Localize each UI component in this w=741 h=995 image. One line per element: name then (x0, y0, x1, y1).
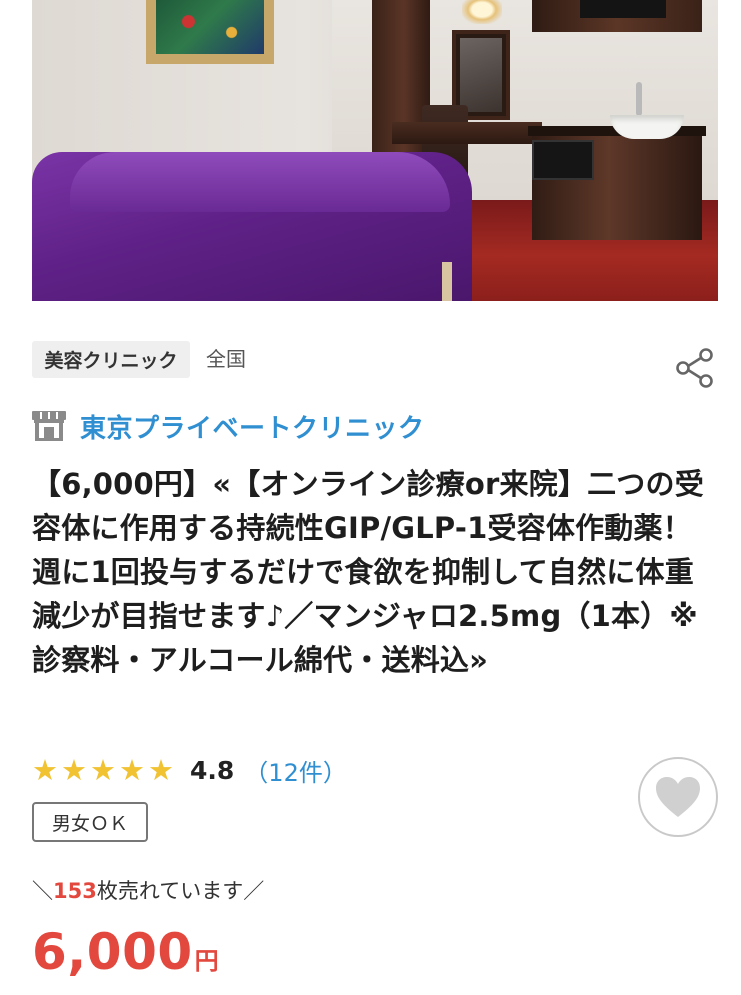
clinic-link[interactable]: 東京プライベートクリニック (32, 408, 425, 444)
photo-bed-leg (442, 262, 452, 301)
heart-icon (656, 777, 700, 817)
rating[interactable]: ★ ★ ★ ★ ★ 4.8 （12件） (32, 750, 347, 790)
star-icon: ★ (119, 752, 145, 787)
star-rating: ★ ★ ★ ★ ★ (32, 752, 174, 787)
region-label: 全国 (206, 347, 246, 371)
photo-tv (580, 0, 666, 18)
sold-prefix: ＼ (32, 879, 53, 903)
photo-painting (156, 0, 264, 54)
review-count-link[interactable]: （12件） (244, 753, 347, 788)
category-tag[interactable]: 美容クリニック (32, 341, 190, 378)
star-icon: ★ (148, 752, 174, 787)
product-title: 【6,000円】«【オンライン診療or来院】二つの受容体に作用する持続性GIP/… (32, 467, 704, 677)
star-icon: ★ (32, 752, 58, 787)
sold-number: 153 (53, 879, 97, 903)
sold-suffix: 枚売れています／ (96, 879, 265, 903)
photo-appliance (532, 140, 594, 180)
gender-ok-tag: 男女ＯＫ (32, 802, 148, 842)
sold-count: ＼153枚売れています／ (32, 873, 264, 909)
price-value: 6,000 (32, 923, 193, 981)
photo-desk (392, 122, 542, 144)
clinic-name[interactable]: 東京プライベートクリニック (80, 408, 425, 445)
star-icon: ★ (90, 752, 116, 787)
price-unit: 円 (194, 947, 219, 975)
star-icon: ★ (61, 752, 87, 787)
price: 6,000 円 (32, 923, 219, 985)
rating-score: 4.8 (190, 755, 235, 785)
favorite-button[interactable] (638, 757, 718, 837)
photo-faucet (636, 82, 642, 116)
shop-icon (32, 411, 66, 441)
share-icon[interactable] (673, 346, 717, 390)
photo-lamp (462, 0, 502, 24)
photo-bed-cover (70, 152, 450, 212)
